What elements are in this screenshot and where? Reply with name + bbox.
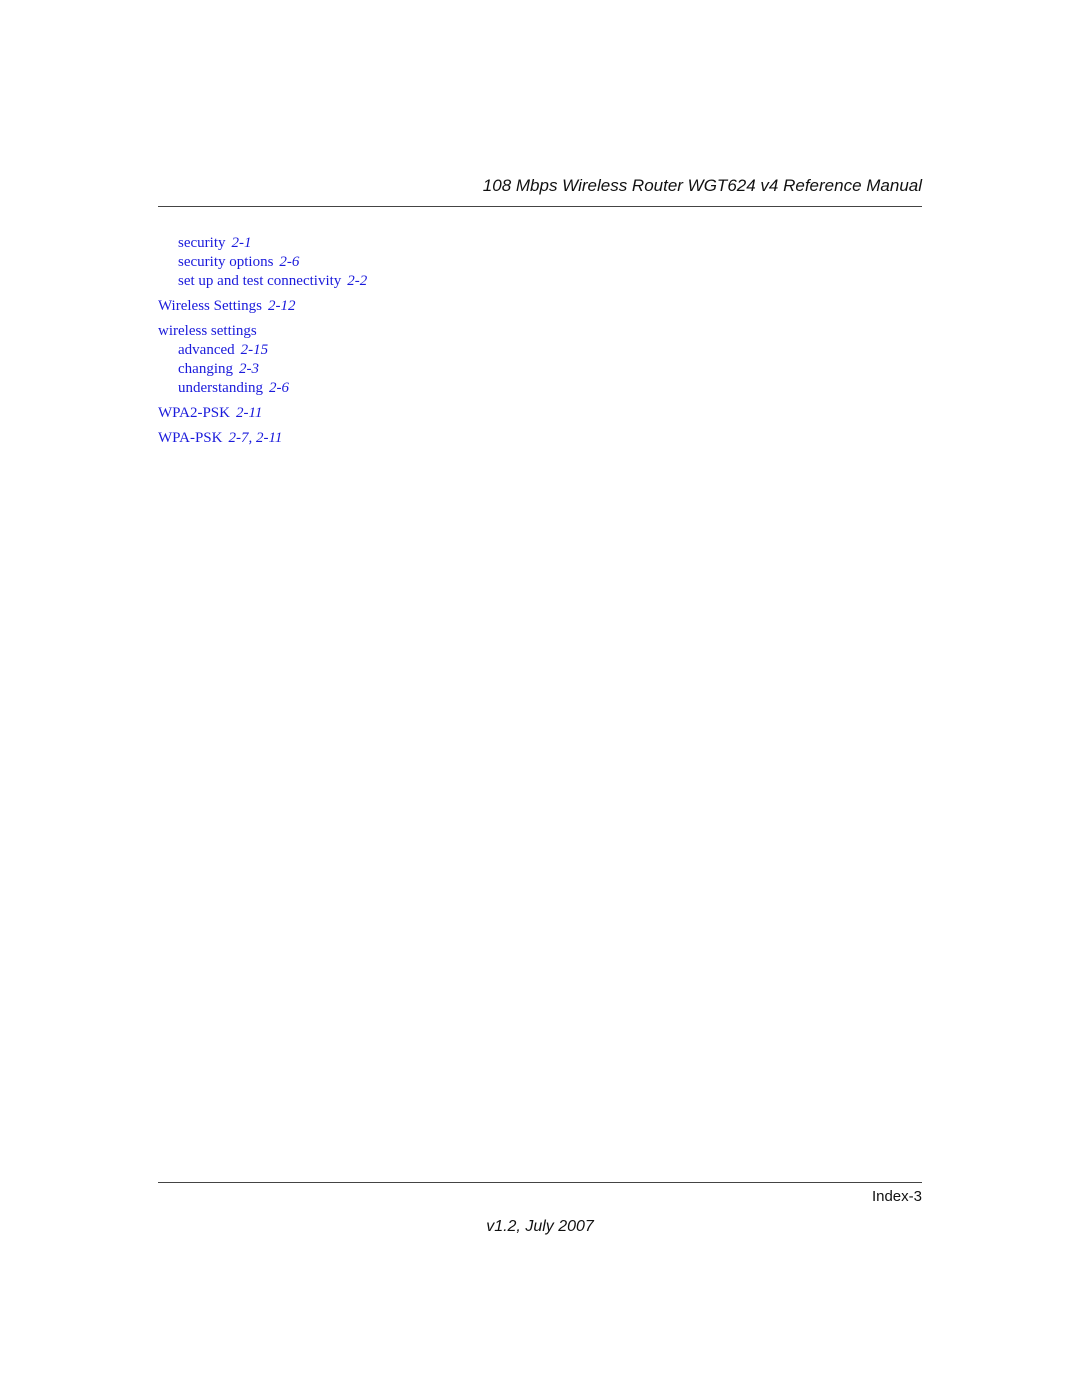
index-term[interactable]: wireless settings [158,323,257,339]
index-entry[interactable]: set up and test connectivity 2-2 [178,273,367,290]
version-date: v1.2, July 2007 [486,1218,594,1235]
index-term[interactable]: WPA2-PSK [158,405,230,421]
index-term[interactable]: advanced [178,342,235,358]
index-page-ref[interactable]: 2-6 [269,380,289,396]
index-term[interactable]: set up and test connectivity [178,273,341,289]
index-page-ref[interactable]: 2-2 [347,273,367,289]
index-term[interactable]: changing [178,361,233,377]
footer-rule [158,1182,922,1183]
index-entry[interactable]: security options 2-6 [178,254,299,271]
index-entry[interactable]: security 2-1 [178,235,251,252]
index-page-ref[interactable]: 2-7, 2-11 [228,430,282,446]
index-page-ref[interactable]: 2-3 [239,361,259,377]
index-page-ref[interactable]: 2-11 [236,405,262,421]
header-rule [158,206,922,207]
index-term[interactable]: understanding [178,380,263,396]
index-page-ref[interactable]: 2-12 [268,298,296,314]
index-entry[interactable]: Wireless Settings 2-12 [158,298,295,315]
index-page-ref[interactable]: 2-1 [231,235,251,251]
index-term[interactable]: security options [178,254,273,270]
index-entry[interactable]: advanced 2-15 [178,342,268,359]
running-header-title: 108 Mbps Wireless Router WGT624 v4 Refer… [482,176,922,195]
index-page-ref[interactable]: 2-6 [279,254,299,270]
index-term[interactable]: Wireless Settings [158,298,262,314]
index-entry[interactable]: WPA2-PSK 2-11 [158,405,262,422]
index-entry[interactable]: WPA-PSK 2-7, 2-11 [158,430,282,447]
page-number: Index-3 [871,1188,922,1205]
index-page-ref[interactable]: 2-15 [241,342,269,358]
index-entry[interactable]: changing 2-3 [178,361,259,378]
index-term[interactable]: WPA-PSK [158,430,222,446]
index-term[interactable]: security [178,235,225,251]
index-entry[interactable]: wireless settings [158,323,257,340]
index-entry[interactable]: understanding 2-6 [178,380,289,397]
